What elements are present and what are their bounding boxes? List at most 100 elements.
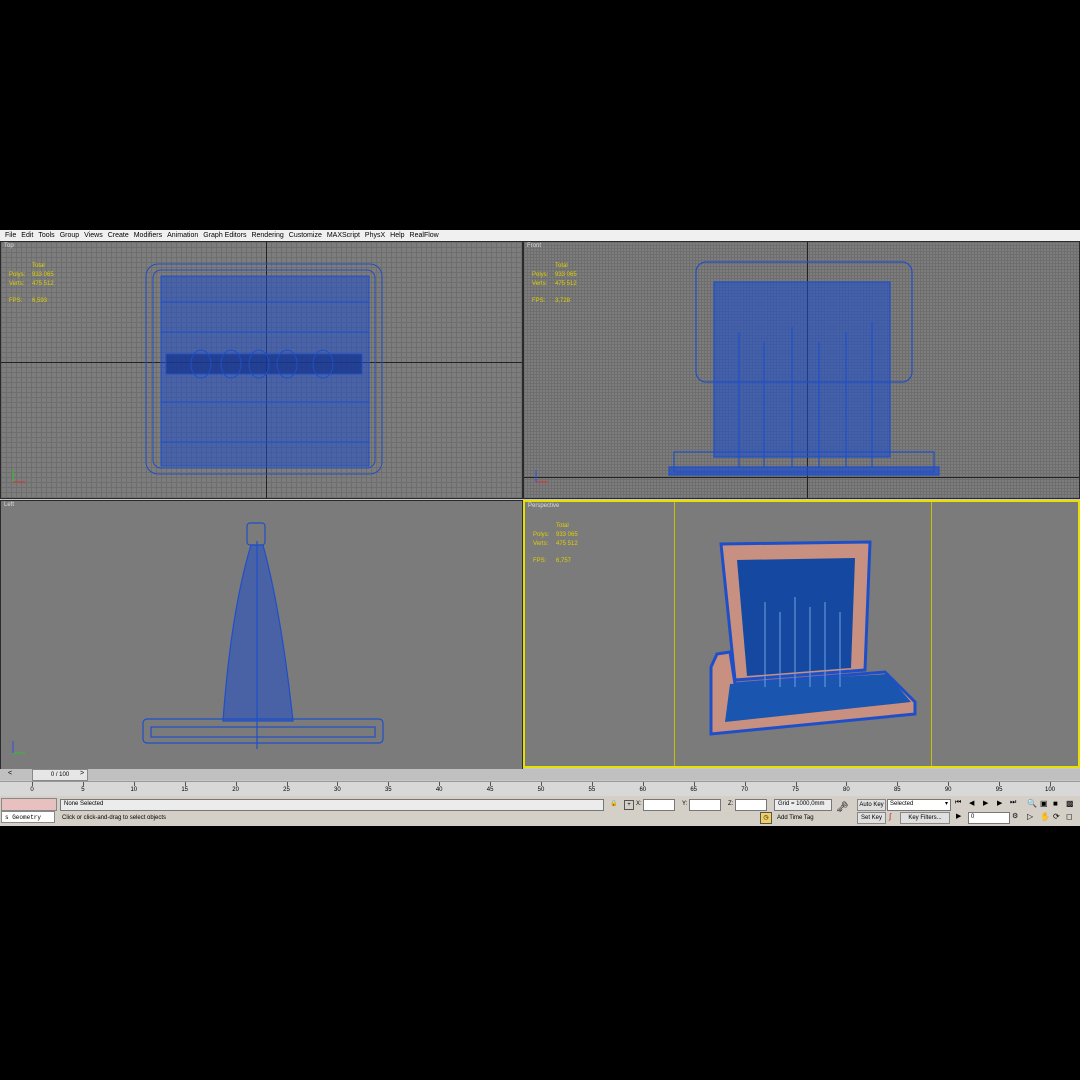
ruler-tick-label: 100 — [1044, 787, 1056, 793]
ruler-tick — [591, 782, 593, 786]
chevron-left-icon[interactable]: < — [8, 770, 12, 777]
ruler-tick — [1050, 782, 1051, 786]
fountain-front-wireframe — [668, 261, 940, 476]
menu-item-rendering[interactable]: Rendering — [251, 232, 283, 239]
selection-info: None Selected — [60, 799, 604, 811]
prev-frame-icon[interactable]: ◀ — [969, 799, 974, 807]
menu-item-file[interactable]: File — [5, 232, 16, 239]
ruler-tick-label: 90 — [944, 787, 952, 793]
chevron-right-icon[interactable]: > — [80, 770, 84, 777]
key-icon[interactable]: 🗝 — [836, 802, 849, 813]
menu-item-maxscript[interactable]: MAXScript — [327, 232, 360, 239]
menu-bar: File Edit Tools Group Views Create Modifiers An… — [0, 230, 1080, 241]
fountain-left-wireframe — [142, 522, 384, 749]
time-slider-track[interactable]: 0 / 100 < > — [0, 769, 1080, 781]
ruler-tick — [744, 782, 746, 786]
ruler-tick-label: 55 — [588, 787, 596, 793]
ruler-tick — [642, 782, 644, 786]
viewport-front[interactable]: Front Total Polys: 933 065 Verts: 475 512 … — [523, 241, 1080, 499]
viewport-perspective[interactable]: Perspective Total Polys: 933 065 Verts: 47… — [523, 500, 1080, 768]
viewport-left[interactable]: Left — [0, 500, 523, 770]
curve-icon[interactable]: ∫ — [889, 812, 891, 821]
orbit-icon[interactable]: ⟳ — [1053, 812, 1060, 821]
viewport-top[interactable]: Top Total Polys: 933 065 Verts: 475 512 FP… — [0, 241, 523, 499]
x-label: X: — [636, 801, 642, 807]
next-frame-icon[interactable]: ▶ — [997, 799, 1002, 807]
current-frame-field[interactable]: 0 — [968, 812, 1010, 824]
zoom-extents-icon[interactable]: ■ — [1053, 799, 1058, 808]
ruler-tick — [948, 782, 950, 786]
pan-hand-icon[interactable]: ✋ — [1040, 812, 1050, 821]
ruler-tick-label: 50 — [537, 787, 545, 793]
z-coord-field[interactable] — [735, 799, 767, 811]
ruler-tick-label: 30 — [334, 787, 341, 793]
ruler-tick — [133, 782, 135, 786]
menu-item-create[interactable]: Create — [108, 232, 129, 239]
absolute-mode-icon[interactable]: + — [624, 800, 634, 810]
go-to-end-icon[interactable]: ⏭ — [1010, 799, 1016, 807]
ruler-tick-label: 40 — [435, 787, 443, 793]
max-application: File Edit Tools Group Views Create Modifiers An… — [0, 230, 1080, 826]
maxscript-listener-mini[interactable] — [1, 798, 57, 811]
ruler-tick — [795, 782, 797, 786]
key-mode-toggle-icon[interactable]: ▶ — [956, 812, 961, 820]
ruler-tick — [184, 782, 186, 786]
auto-key-button[interactable]: Auto Key — [857, 799, 886, 811]
ruler-tick — [439, 782, 441, 786]
key-mode-value: Selected — [890, 801, 914, 807]
zoom-icon[interactable]: 🔍 — [1027, 799, 1037, 808]
time-config-icon[interactable]: ⚙ — [1012, 812, 1018, 820]
key-filters-button[interactable]: Key Filters... — [900, 812, 950, 824]
ruler-tick-label: 5 — [81, 787, 85, 793]
menu-item-physx[interactable]: PhysX — [365, 232, 385, 239]
ruler-tick-label: 85 — [893, 787, 901, 793]
ruler-tick — [235, 782, 237, 786]
ruler-tick — [82, 782, 84, 786]
frame-value: 0 — [971, 814, 975, 820]
ruler-tick-label: 35 — [384, 787, 392, 793]
play-icon[interactable]: ▶ — [983, 799, 988, 807]
ruler-tick-label: 0 — [30, 787, 34, 793]
time-tag-icon[interactable]: ◷ — [760, 812, 772, 824]
fountain-perspective-render — [709, 540, 917, 736]
z-label: Z: — [728, 801, 734, 807]
ruler-tick — [541, 782, 542, 786]
track-bar[interactable]: 0 5 10 15 20 25 30 35 40 45 50 55 60 65 70 75 80 85 90 95 10… — [0, 781, 1080, 796]
go-to-start-icon[interactable]: ⏮ — [955, 799, 961, 807]
grid-text: Grid = 1000,0mm — [778, 801, 825, 807]
fountain-top-wireframe — [145, 263, 383, 475]
menu-item-animation[interactable]: Animation — [167, 232, 198, 239]
key-mode-select[interactable]: Selected ▾ — [887, 799, 951, 811]
ruler-tick-label: 15 — [181, 787, 189, 793]
menu-item-tools[interactable]: Tools — [38, 232, 54, 239]
menu-item-edit[interactable]: Edit — [21, 232, 33, 239]
chevron-down-icon[interactable]: ▾ — [945, 800, 948, 807]
field-of-view-icon[interactable]: ▷ — [1027, 812, 1033, 821]
ruler-tick-label: 25 — [283, 787, 290, 793]
menu-item-modifiers[interactable]: Modifiers — [134, 232, 162, 239]
set-key-button[interactable]: Set Key — [857, 812, 886, 824]
status-bar: s Geometry None Selected Click or click-… — [0, 796, 1080, 826]
ruler-tick — [897, 782, 899, 786]
ruler-tick — [693, 782, 695, 786]
ruler-tick-label: 95 — [995, 787, 1003, 793]
script-tab[interactable]: s Geometry — [1, 811, 55, 823]
menu-item-customize[interactable]: Customize — [289, 232, 322, 239]
menu-item-graph-editors[interactable]: Graph Editors — [203, 232, 246, 239]
x-coord-field[interactable] — [643, 799, 675, 811]
ruler-tick — [999, 782, 1001, 786]
lock-icon[interactable]: 🔒 — [610, 800, 617, 807]
menu-item-views[interactable]: Views — [84, 232, 103, 239]
y-label: Y: — [682, 801, 688, 807]
menu-item-help[interactable]: Help — [390, 232, 404, 239]
selection-text: None Selected — [64, 801, 104, 807]
add-time-tag[interactable]: Add Time Tag — [777, 815, 814, 821]
zoom-all-icon[interactable]: ▣ — [1040, 799, 1048, 808]
ruler-tick — [846, 782, 848, 786]
menu-item-realflow[interactable]: RealFlow — [410, 232, 439, 239]
zoom-extents-all-icon[interactable]: ▩ — [1066, 799, 1074, 808]
menu-item-group[interactable]: Group — [60, 232, 79, 239]
ruler-tick-label: 20 — [232, 787, 239, 793]
maximize-viewport-icon[interactable]: ◻ — [1066, 812, 1073, 821]
y-coord-field[interactable] — [689, 799, 721, 811]
